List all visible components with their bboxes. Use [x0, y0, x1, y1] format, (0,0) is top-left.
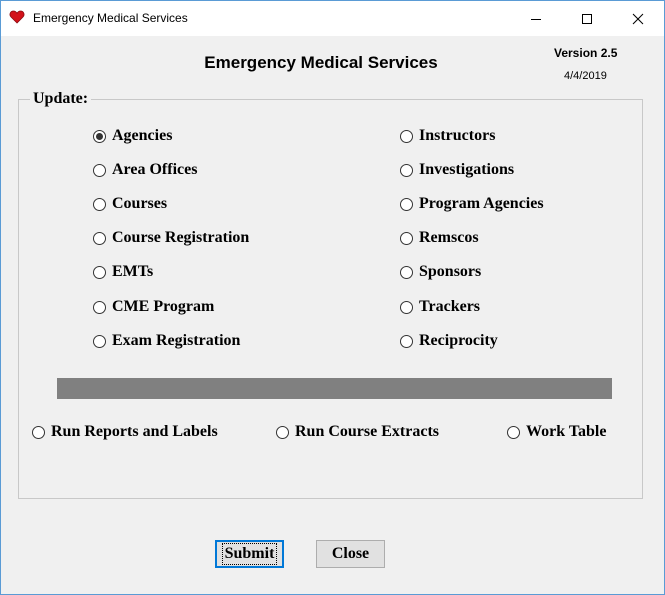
heart-icon [9, 9, 25, 25]
radio-area-offices[interactable]: Area Offices [93, 161, 197, 179]
radio-label: Program Agencies [419, 195, 544, 212]
title-bar[interactable]: Emergency Medical Services [1, 1, 664, 36]
main-window: Emergency Medical Services Emergency Med… [0, 0, 665, 595]
radio-cme-program[interactable]: CME Program [93, 298, 214, 316]
radio-indicator [93, 197, 106, 211]
update-group-label: Update: [30, 90, 92, 108]
submit-button[interactable]: Submit [215, 540, 284, 568]
radio-indicator [93, 231, 106, 245]
radio-run-reports-and-labels[interactable]: Run Reports and Labels [32, 423, 218, 441]
radio-label: Course Registration [112, 229, 250, 246]
radio-label: Courses [112, 195, 168, 212]
close-window-button[interactable] [615, 1, 661, 36]
radio-remscos[interactable]: Remscos [400, 229, 479, 247]
close-button-label: Close [331, 545, 370, 562]
radio-label: Trackers [419, 298, 481, 315]
radio-indicator [400, 334, 413, 348]
radio-selected-indicator [93, 129, 106, 143]
radio-indicator [32, 425, 45, 439]
radio-label: Run Reports and Labels [51, 423, 218, 440]
radio-indicator [400, 197, 413, 211]
radio-indicator [507, 425, 520, 439]
radio-indicator [400, 265, 413, 279]
radio-label: Instructors [419, 127, 496, 144]
radio-indicator [400, 231, 413, 245]
radio-label: Area Offices [112, 161, 198, 178]
app-title: Emergency Medical Services [204, 53, 438, 72]
radio-program-agencies[interactable]: Program Agencies [400, 195, 544, 213]
version-label: Version 2.5 [554, 46, 618, 60]
radio-label: EMTs [112, 263, 154, 280]
radio-work-table[interactable]: Work Table [507, 423, 606, 441]
radio-indicator [400, 163, 413, 177]
radio-indicator [93, 265, 106, 279]
window-title: Emergency Medical Services [33, 11, 188, 25]
radio-label: Reciprocity [419, 332, 498, 349]
radio-investigations[interactable]: Investigations [400, 161, 514, 179]
radio-label: Run Course Extracts [295, 423, 439, 440]
close-icon [632, 13, 644, 24]
radio-indicator [400, 129, 413, 143]
radio-courses[interactable]: Courses [93, 195, 167, 213]
radio-label: CME Program [112, 298, 215, 315]
radio-label: Agencies [112, 127, 173, 144]
maximize-icon [582, 13, 592, 24]
status-bar [57, 378, 612, 399]
radio-course-registration[interactable]: Course Registration [93, 229, 249, 247]
radio-label: Investigations [419, 161, 515, 178]
radio-sponsors[interactable]: Sponsors [400, 263, 481, 281]
minimize-button[interactable] [513, 1, 559, 36]
radio-label: Sponsors [419, 263, 482, 280]
submit-button-label: Submit [221, 543, 278, 565]
maximize-button[interactable] [564, 1, 610, 36]
radio-reciprocity[interactable]: Reciprocity [400, 332, 498, 350]
radio-indicator [93, 334, 106, 348]
radio-indicator [93, 163, 106, 177]
radio-indicator [400, 300, 413, 314]
close-button[interactable]: Close [316, 540, 385, 568]
date-label: 4/4/2019 [564, 70, 607, 82]
minimize-icon [531, 18, 541, 20]
radio-indicator [276, 425, 289, 439]
radio-agencies[interactable]: Agencies [93, 127, 172, 145]
radio-label: Work Table [526, 423, 607, 440]
radio-indicator [93, 300, 106, 314]
radio-label: Remscos [419, 229, 479, 246]
radio-emts[interactable]: EMTs [93, 263, 153, 281]
radio-trackers[interactable]: Trackers [400, 298, 480, 316]
radio-label: Exam Registration [112, 332, 241, 349]
radio-run-course-extracts[interactable]: Run Course Extracts [276, 423, 439, 441]
radio-exam-registration[interactable]: Exam Registration [93, 332, 240, 350]
radio-instructors[interactable]: Instructors [400, 127, 495, 145]
